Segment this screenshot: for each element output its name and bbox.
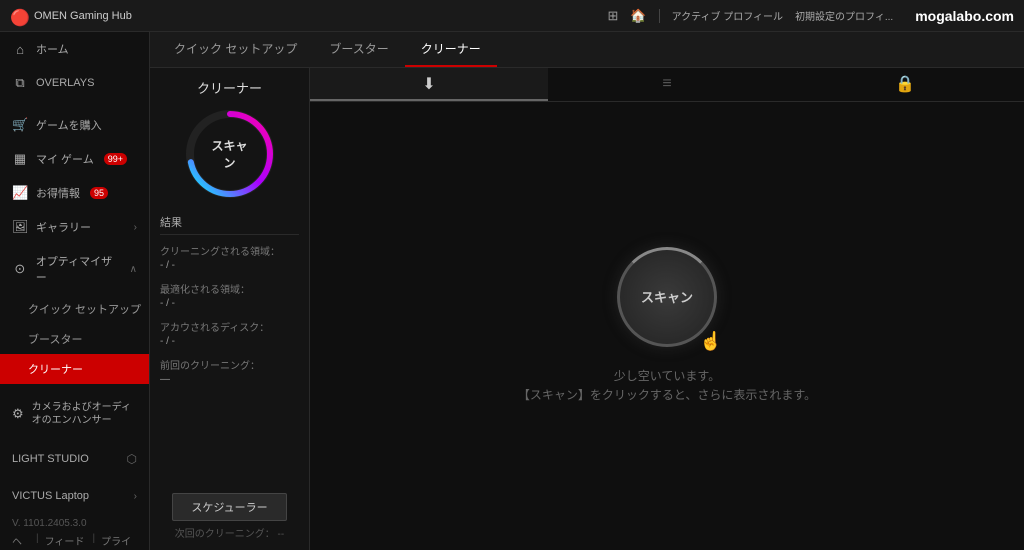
scan-area: スキャン ☝ 少し空いています。 【スキャン】をクリックすると、さらに表示されま… — [310, 102, 1024, 550]
results-section: 結果 クリーニングされる領域： - / - 最適化される領域： - / - アカ… — [160, 214, 299, 493]
info-badge: 95 — [90, 187, 108, 199]
sidebar-label-home: ホーム — [36, 41, 69, 57]
sidebar-item-overlays[interactable]: ⧉ OVERLAYS — [0, 66, 149, 100]
panel-layout: クリーナー — [150, 68, 1024, 550]
result-label-1: クリーニングされる領域： — [160, 243, 299, 258]
sub-tabs: ⬇ ≡ 🔒 — [310, 68, 1024, 102]
sidebar-item-gallery[interactable]: 🖼 ギャラリー › — [0, 210, 149, 244]
main-layout: ⌂ ホーム ⧉ OVERLAYS 🛒 ゲームを購入 ▦ マイ ゲーム 99+ 📈… — [0, 32, 1024, 550]
tab-booster[interactable]: ブースター — [313, 32, 404, 67]
main-scan-button[interactable]: スキャン ☝ — [617, 247, 717, 347]
sidebar-sub-booster[interactable]: ブースター — [0, 324, 149, 354]
result-label-2: 最適化される領域： — [160, 281, 299, 296]
sidebar-item-optimizer[interactable]: ⊙ オプティマイザー ∧ — [0, 244, 149, 294]
titlebar-right: ⊞ 🏠 アクティブ プロフィール 初期設定のプロフィ... mogalabo.c… — [607, 8, 1014, 24]
main-scan-label: スキャン — [641, 287, 693, 306]
top-tabs: クイック セットアップ ブースター クリーナー — [150, 32, 1024, 68]
info-icon: 📈 — [12, 185, 28, 201]
sidebar-item-camera[interactable]: ⚙ カメラおよびオーディオのエンハンサー — [0, 392, 149, 436]
sidebar-label-camera: カメラおよびオーディオのエンハンサー — [32, 401, 137, 427]
my-games-badge: 99+ — [104, 153, 127, 165]
help-link[interactable]: ヘルプ — [12, 533, 30, 550]
result-value-3: - / - — [160, 336, 299, 347]
titlebar-profile-name[interactable]: 初期設定のプロフィ... — [795, 8, 893, 23]
result-item-1: クリーニングされる領域： - / - — [160, 243, 299, 271]
tab-cleaner[interactable]: クリーナー — [405, 32, 497, 67]
victus-label: VICTUS Laptop — [12, 490, 89, 502]
feedback-link[interactable]: フィードバック — [45, 533, 87, 550]
scan-hint-line1: 少し空いています。 — [518, 367, 816, 386]
result-value-2: - / - — [160, 298, 299, 309]
next-clean: 次回のクリーニング： -- — [175, 525, 284, 540]
subtab-download[interactable]: ⬇ — [310, 68, 548, 101]
games-icon: ▦ — [12, 151, 28, 167]
scan-circle: スキャン — [185, 109, 275, 199]
sidebar-label-gallery: ギャラリー — [36, 219, 91, 235]
watermark: mogalabo.com — [915, 8, 1014, 24]
titlebar-home-icon[interactable]: 🏠 — [630, 8, 646, 24]
result-value-4: — — [160, 374, 299, 385]
sidebar-bottom: V. 1101.2405.3.0 ヘルプ | フィードバック | プライバシー — [0, 510, 149, 550]
gallery-icon: 🖼 — [12, 219, 28, 235]
titlebar-grid-icon[interactable]: ⊞ — [607, 8, 618, 24]
sidebar-item-my-games[interactable]: ▦ マイ ゲーム 99+ — [0, 142, 149, 176]
version-text: V. 1101.2405.3.0 — [12, 518, 87, 529]
light-studio-export-icon: ⬡ — [127, 452, 137, 466]
subtab-download-icon: ⬇ — [422, 74, 435, 94]
overlays-icon: ⧉ — [12, 75, 28, 91]
left-panel: クリーナー — [150, 68, 310, 550]
subtab-list-icon: ≡ — [662, 75, 671, 93]
sidebar-bottom-links: ヘルプ | フィードバック | プライバシー — [12, 533, 137, 550]
tab-quick-setup[interactable]: クイック セットアップ — [158, 32, 313, 67]
sidebar-label-overlays: OVERLAYS — [36, 77, 95, 89]
camera-icon: ⚙ — [12, 406, 24, 422]
sidebar-item-info[interactable]: 📈 お得情報 95 — [0, 176, 149, 210]
sidebar-item-buy-games[interactable]: 🛒 ゲームを購入 — [0, 108, 149, 142]
sidebar-victus[interactable]: VICTUS Laptop › — [0, 482, 149, 510]
result-value-1: - / - — [160, 260, 299, 271]
titlebar-active-profile: アクティブ プロフィール — [672, 8, 783, 23]
sidebar-sub-label-quick: クイック セットアップ — [28, 304, 141, 316]
schedule-button[interactable]: スケジューラー — [172, 493, 286, 521]
sidebar-sub-label-booster: ブースター — [28, 334, 82, 346]
scan-hint: 少し空いています。 【スキャン】をクリックすると、さらに表示されます。 — [518, 367, 816, 405]
content-area: クイック セットアップ ブースター クリーナー クリーナー — [150, 32, 1024, 550]
victus-chevron-icon: › — [134, 491, 137, 502]
result-label-4: 前回のクリーニング： — [160, 357, 299, 372]
scan-hint-line2: 【スキャン】をクリックすると、さらに表示されます。 — [518, 386, 816, 405]
result-label-3: アカウされるディスク： — [160, 319, 299, 334]
titlebar-separator — [659, 9, 660, 23]
scan-circle-label: スキャン — [207, 137, 252, 171]
subtab-lock[interactable]: 🔒 — [786, 68, 1024, 101]
light-studio-label: LIGHT STUDIO — [12, 453, 89, 465]
result-item-4: 前回のクリーニング： — — [160, 357, 299, 385]
result-item-2: 最適化される領域： - / - — [160, 281, 299, 309]
sidebar-label-optimizer: オプティマイザー — [36, 253, 122, 285]
subtab-list[interactable]: ≡ — [548, 68, 786, 101]
sidebar-sub-cleaner[interactable]: クリーナー — [0, 354, 149, 384]
result-item-3: アカウされるディスク： - / - — [160, 319, 299, 347]
titlebar: 🔴 OMEN Gaming Hub ⊞ 🏠 アクティブ プロフィール 初期設定の… — [0, 0, 1024, 32]
app-title: OMEN Gaming Hub — [34, 10, 607, 22]
sidebar-sub-quick-setup[interactable]: クイック セットアップ — [0, 294, 149, 324]
app-logo: 🔴 — [10, 8, 26, 24]
privacy-link[interactable]: プライバシー — [101, 533, 137, 550]
right-panel: ⬇ ≡ 🔒 スキャン ☝ 少し空いています。 — [310, 68, 1024, 550]
cursor-icon: ☝ — [700, 331, 722, 352]
sidebar-item-home[interactable]: ⌂ ホーム — [0, 32, 149, 66]
sidebar-sub-label-cleaner: クリーナー — [28, 364, 83, 376]
cart-icon: 🛒 — [12, 117, 28, 133]
cleaner-title: クリーナー — [197, 78, 262, 97]
sidebar: ⌂ ホーム ⧉ OVERLAYS 🛒 ゲームを購入 ▦ マイ ゲーム 99+ 📈… — [0, 32, 150, 550]
sidebar-label-buy-games: ゲームを購入 — [36, 117, 102, 133]
sidebar-label-my-games: マイ ゲーム — [36, 151, 94, 167]
subtab-lock-icon: 🔒 — [895, 74, 915, 94]
optimizer-icon: ⊙ — [12, 261, 28, 277]
sidebar-label-info: お得情報 — [36, 185, 80, 201]
home-icon: ⌂ — [12, 42, 28, 57]
results-title: 結果 — [160, 214, 299, 235]
sidebar-light-studio[interactable]: LIGHT STUDIO ⬡ — [0, 444, 149, 474]
